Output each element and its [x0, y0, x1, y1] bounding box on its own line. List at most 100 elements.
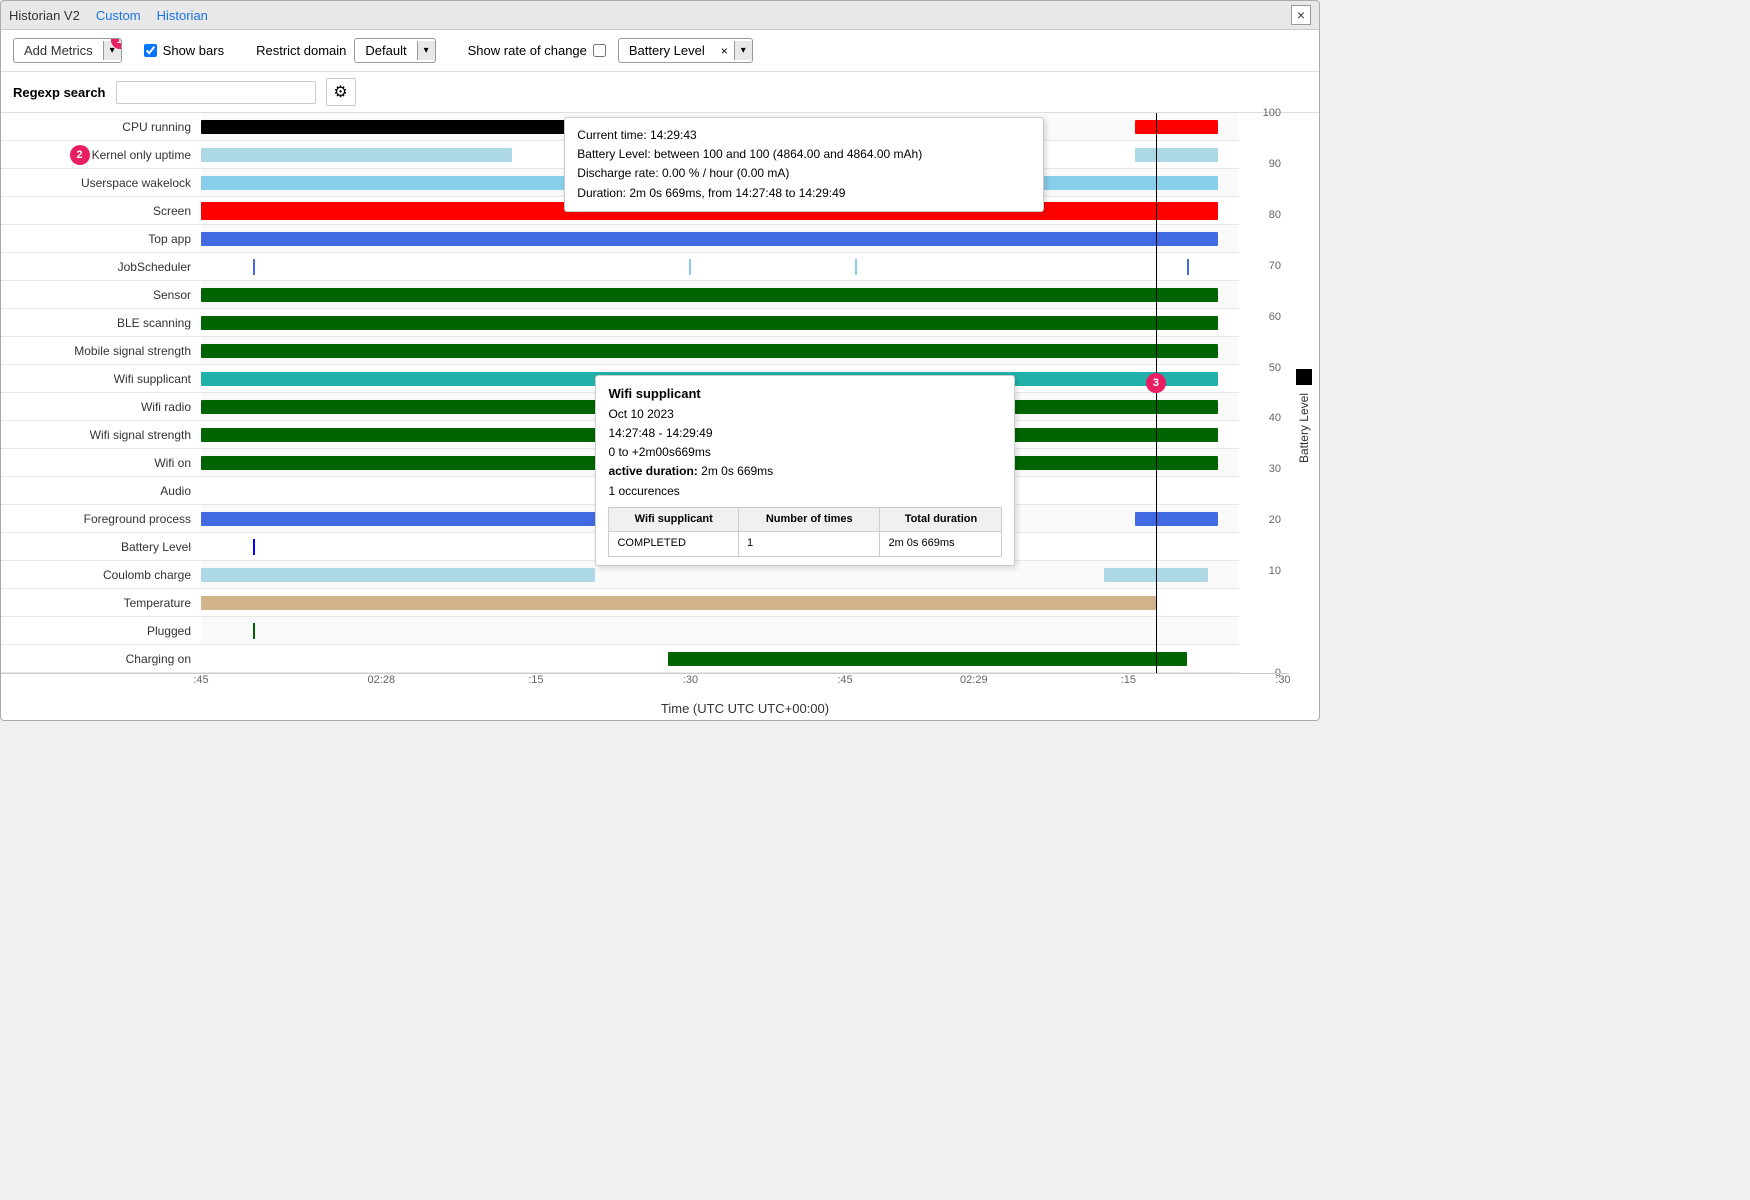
row-label-wifi-radio: Wifi radio — [1, 393, 201, 421]
row-label-ble: BLE scanning — [1, 309, 201, 337]
row-label-foreground: Foreground process — [1, 505, 201, 533]
row-label-sensor: Sensor — [1, 281, 201, 309]
tooltip-line3: Discharge rate: 0.00 % / hour (0.00 mA) — [577, 164, 1031, 183]
chart-row-sensor[interactable] — [201, 281, 1239, 309]
chart-row-jobscheduler[interactable] — [201, 253, 1239, 281]
row-label-temperature: Temperature — [1, 589, 201, 617]
row-label-cpu: CPU running — [1, 113, 201, 141]
y-label-30: 30 — [1269, 463, 1281, 475]
chart-row-mobile[interactable] — [201, 337, 1239, 365]
x-tick-5: 02:29 — [960, 674, 988, 686]
battery-level-tag: Battery Level × ▾ — [618, 38, 753, 63]
show-rate-label: Show rate of change — [468, 43, 587, 58]
badge-2: 2 — [70, 145, 90, 165]
tab-historian[interactable]: Historian — [157, 8, 208, 23]
x-tick-7: :30 — [1275, 674, 1290, 686]
tooltip-wifi-duration-range: 0 to +2m00s669ms — [608, 443, 1002, 462]
rows-container: CPU running 2 Kernel only uptime Userspa… — [1, 113, 1289, 673]
x-axis: :45 02:28 :15 :30 :45 02:29 :15 :30 :45 — [1, 673, 1289, 697]
window-title: Historian V2 — [9, 8, 80, 23]
main-window: Historian V2 Custom Historian × Add Metr… — [0, 0, 1320, 721]
row-label-audio: Audio — [1, 477, 201, 505]
y-label-90: 90 — [1269, 158, 1281, 170]
y-label-80: 80 — [1269, 209, 1281, 221]
bars-area: 3 Current time: 14:29:43 Battery Level: … — [201, 113, 1239, 673]
add-metrics-button[interactable]: Add Metrics ▾ 1 — [13, 38, 122, 63]
y-axis: 100 90 80 70 60 50 40 30 20 10 0 — [1239, 113, 1289, 673]
tooltip-active-value: 2m 0s 669ms — [701, 464, 773, 478]
row-label-charging: Charging on — [1, 645, 201, 673]
tooltip-line4: Duration: 2m 0s 669ms, from 14:27:48 to … — [577, 184, 1031, 203]
restrict-domain-label: Restrict domain — [256, 43, 346, 58]
close-button[interactable]: × — [1291, 5, 1311, 25]
settings-button[interactable]: ⚙ — [326, 78, 356, 106]
battery-legend: Battery Level — [1289, 113, 1319, 720]
row-label-wifi-signal: Wifi signal strength — [1, 421, 201, 449]
row-label-screen: Screen — [1, 197, 201, 225]
y-label-10: 10 — [1269, 565, 1281, 577]
battery-legend-text: Battery Level — [1297, 393, 1311, 463]
y-label-70: 70 — [1269, 260, 1281, 272]
chart-row-ble[interactable] — [201, 309, 1239, 337]
show-rate-control: Show rate of change — [468, 43, 606, 58]
tooltip-table-cell-0: COMPLETED — [609, 532, 739, 557]
domain-dropdown-arrow[interactable]: ▾ — [417, 41, 435, 60]
tooltip-wifi-active-duration: active duration: 2m 0s 669ms — [608, 462, 1002, 481]
row-label-wifi-on: Wifi on — [1, 449, 201, 477]
x-tick-4: :45 — [837, 674, 852, 686]
chart-area: CPU running 2 Kernel only uptime Userspa… — [1, 113, 1319, 720]
toolbar: Add Metrics ▾ 1 Show bars Restrict domai… — [1, 30, 1319, 72]
row-label-jobscheduler: JobScheduler — [1, 253, 201, 281]
y-label-40: 40 — [1269, 412, 1281, 424]
tooltip-wifi-date: Oct 10 2023 — [608, 405, 1002, 424]
show-rate-checkbox[interactable] — [593, 44, 606, 57]
tooltip-wifi-supplicant: Wifi supplicant Oct 10 2023 14:27:48 - 1… — [595, 375, 1015, 566]
show-bars-checkbox[interactable] — [144, 44, 157, 57]
chart-row-charging[interactable] — [201, 645, 1239, 673]
tab-custom[interactable]: Custom — [96, 8, 141, 23]
x-tick-1: 02:28 — [368, 674, 396, 686]
battery-level-arrow[interactable]: ▾ — [734, 41, 752, 60]
row-label-kernel: 2 Kernel only uptime — [1, 141, 201, 169]
tooltip-table-cell-1: 1 — [739, 532, 880, 557]
x-tick-6: :15 — [1121, 674, 1136, 686]
restrict-domain-control: Restrict domain Default ▾ — [256, 38, 436, 63]
row-label-wakelock: Userspace wakelock — [1, 169, 201, 197]
search-label: Regexp search — [13, 85, 106, 100]
row-label-topapp: Top app — [1, 225, 201, 253]
tooltip-current-time: Current time: 14:29:43 Battery Level: be… — [564, 117, 1044, 212]
x-tick-3: :30 — [683, 674, 698, 686]
row-label-mobile: Mobile signal strength — [1, 337, 201, 365]
x-axis-label: Time (UTC UTC UTC+00:00) — [1, 697, 1289, 720]
tooltip-table-header-2: Total duration — [880, 507, 1002, 532]
tooltip-table: Wifi supplicant Number of times Total du… — [608, 507, 1002, 557]
chart-row-temperature[interactable] — [201, 589, 1239, 617]
tooltip-wifi-occurrences: 1 occurences — [608, 482, 1002, 501]
tooltip-line1: Current time: 14:29:43 — [577, 126, 1031, 145]
search-bar: Regexp search ⚙ — [1, 72, 1319, 113]
row-labels: CPU running 2 Kernel only uptime Userspa… — [1, 113, 201, 673]
chart-row-topapp[interactable] — [201, 225, 1239, 253]
chart-content: CPU running 2 Kernel only uptime Userspa… — [1, 113, 1289, 720]
show-bars-control: Show bars — [144, 43, 224, 58]
badge-3-container: 3 — [1146, 373, 1166, 393]
y-label-50: 50 — [1269, 362, 1281, 374]
row-label-battery: Battery Level — [1, 533, 201, 561]
show-bars-label: Show bars — [163, 43, 224, 58]
y-label-100: 100 — [1263, 107, 1281, 119]
tooltip-active-label: active duration: — [608, 464, 697, 478]
tooltip-table-cell-2: 2m 0s 669ms — [880, 532, 1002, 557]
battery-legend-icon — [1296, 369, 1312, 385]
tooltip-wifi-time-range: 14:27:48 - 14:29:49 — [608, 424, 1002, 443]
domain-value: Default — [355, 39, 416, 62]
chart-row-plugged[interactable] — [201, 617, 1239, 645]
y-label-20: 20 — [1269, 514, 1281, 526]
battery-level-label: Battery Level — [619, 39, 715, 62]
y-label-60: 60 — [1269, 311, 1281, 323]
x-tick-0: :45 — [193, 674, 208, 686]
battery-level-close[interactable]: × — [715, 40, 734, 62]
row-label-plugged: Plugged — [1, 617, 201, 645]
domain-select[interactable]: Default ▾ — [354, 38, 435, 63]
add-metrics-label: Add Metrics — [14, 39, 103, 62]
search-input[interactable] — [116, 81, 316, 104]
